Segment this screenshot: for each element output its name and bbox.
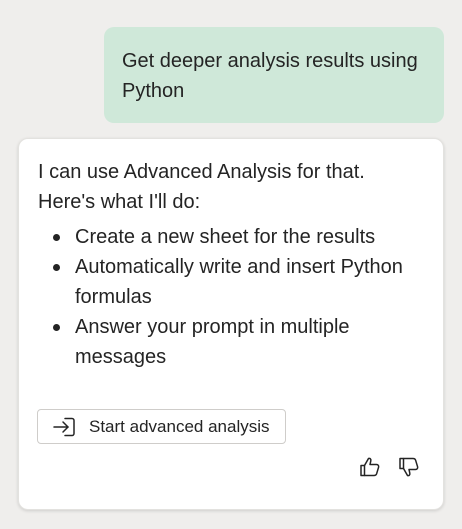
bullet-icon	[53, 264, 60, 271]
start-advanced-analysis-label: Start advanced analysis	[89, 416, 270, 436]
reply-intro-line: I can use Advanced Analysis for that.	[38, 161, 365, 183]
arrow-into-box-icon	[52, 417, 76, 437]
bullet-icon	[53, 324, 60, 331]
reply-intro-line: Here's what I'll do:	[38, 191, 201, 213]
plan-step-line: formulas	[75, 286, 152, 308]
thumbs-down-icon[interactable]	[397, 455, 421, 479]
start-advanced-analysis-button[interactable]: Start advanced analysis	[37, 409, 286, 444]
user-message-line: Get deeper analysis results using	[122, 50, 418, 72]
thumbs-up-icon[interactable]	[358, 455, 382, 479]
bullet-icon	[53, 234, 60, 241]
user-message-line: Python	[122, 80, 185, 102]
reply-intro: I can use Advanced Analysis for that. He…	[38, 157, 428, 217]
plan-steps-list: Create a new sheet for the results Autom…	[38, 222, 428, 372]
plan-step-line: Create a new sheet for the results	[75, 226, 376, 248]
user-message-bubble: Get deeper analysis results using Python	[104, 27, 444, 123]
plan-step: Answer your prompt in multiple messages	[38, 312, 428, 372]
plan-step: Automatically write and insert Python fo…	[38, 252, 428, 312]
plan-step-line: messages	[75, 346, 167, 368]
plan-step-line: Answer your prompt in multiple	[75, 316, 350, 338]
assistant-reply-card: I can use Advanced Analysis for that. He…	[18, 138, 444, 510]
plan-step: Create a new sheet for the results	[38, 222, 428, 252]
plan-step-line: Automatically write and insert Python	[75, 256, 403, 278]
